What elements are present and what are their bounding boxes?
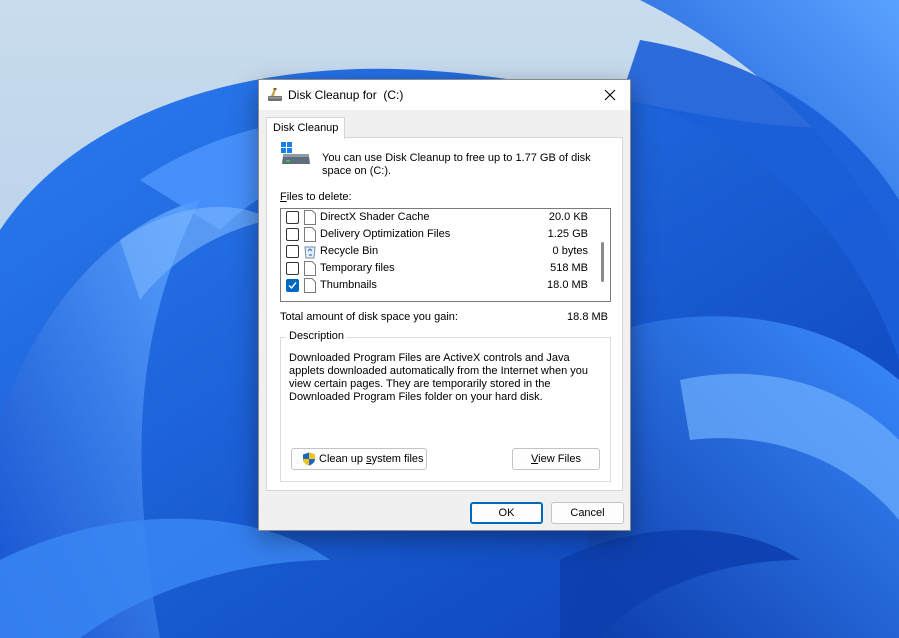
checkbox-checked[interactable]	[286, 279, 299, 292]
list-item[interactable]: Recycle Bin 0 bytes	[281, 243, 594, 260]
description-text: Downloaded Program Files are ActiveX con…	[289, 352, 589, 403]
file-icon	[304, 227, 316, 242]
description-title: Description	[286, 330, 348, 342]
checkbox[interactable]	[286, 245, 299, 258]
list-item[interactable]: Thumbnails 18.0 MB	[281, 277, 594, 294]
checkbox[interactable]	[286, 211, 299, 224]
files-to-delete-label: Files to delete:	[280, 191, 352, 203]
total-value: 18.8 MB	[567, 311, 608, 323]
files-to-delete-list[interactable]: DirectX Shader Cache 20.0 KB Delivery Op…	[280, 208, 611, 302]
close-button[interactable]	[590, 80, 630, 110]
recycle-bin-icon	[304, 246, 316, 259]
item-name: Temporary files	[320, 262, 395, 274]
list-item[interactable]: DirectX Shader Cache 20.0 KB	[281, 209, 594, 226]
scroll-thumb[interactable]	[601, 242, 604, 282]
disk-cleanup-dialog: Disk Cleanup for (C:) Disk Cleanup You c…	[258, 79, 631, 531]
checkbox[interactable]	[286, 228, 299, 241]
windows-drive-icon	[281, 142, 310, 164]
item-name: DirectX Shader Cache	[320, 211, 430, 223]
item-size: 0 bytes	[552, 245, 588, 257]
cancel-button[interactable]: Cancel	[551, 502, 624, 524]
info-text: You can use Disk Cleanup to free up to 1…	[322, 152, 591, 177]
item-size: 518 MB	[550, 262, 588, 274]
tab-panel: You can use Disk Cleanup to free up to 1…	[266, 137, 623, 491]
view-files-button[interactable]: View Files	[512, 448, 600, 470]
file-icon	[304, 261, 316, 276]
description-group: Description Downloaded Program Files are…	[280, 330, 611, 482]
disk-cleanup-icon	[268, 88, 282, 101]
checkbox[interactable]	[286, 262, 299, 275]
clean-up-system-files-button[interactable]: Clean up system files	[291, 448, 427, 470]
item-name: Delivery Optimization Files	[320, 228, 451, 240]
item-name: Recycle Bin	[320, 245, 379, 257]
title-bar[interactable]: Disk Cleanup for (C:)	[259, 80, 630, 110]
ok-button[interactable]: OK	[470, 502, 543, 524]
file-icon	[304, 278, 316, 293]
item-name: Thumbnails	[320, 279, 377, 291]
clean-up-system-files-label: Clean up system files	[319, 453, 424, 465]
item-size: 18.0 MB	[547, 279, 588, 291]
item-size: 1.25 GB	[547, 228, 588, 240]
list-item[interactable]: Temporary files 518 MB	[281, 260, 594, 277]
checkmark-icon	[288, 282, 297, 290]
item-size: 20.0 KB	[548, 211, 588, 223]
close-icon	[604, 89, 616, 101]
file-icon	[304, 210, 316, 225]
total-label: Total amount of disk space you gain:	[280, 311, 458, 323]
uac-shield-icon	[303, 452, 315, 466]
tab-disk-cleanup[interactable]: Disk Cleanup	[266, 117, 346, 139]
list-item[interactable]: Delivery Optimization Files 1.25 GB	[281, 226, 594, 243]
window-title: Disk Cleanup for (C:)	[288, 88, 404, 102]
vertical-scrollbar[interactable]	[594, 209, 610, 301]
